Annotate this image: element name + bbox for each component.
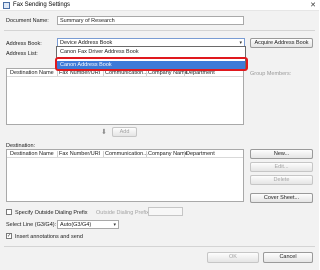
fax-app-icon [3, 2, 10, 9]
select-line-value: Auto(G3/G4) [60, 222, 92, 228]
address-list-label: Address List: [6, 51, 38, 57]
edit-destination-button[interactable]: Edit... [250, 162, 313, 172]
outside-dialing-prefix-label: Outside Dialing Prefix: [96, 210, 151, 216]
document-name-label: Document Name: [6, 18, 49, 24]
destination-header: Destination Name Fax Number/URI Communic… [7, 150, 243, 158]
section-divider [4, 30, 315, 31]
destination-col-communication[interactable]: Communication... [105, 151, 148, 157]
add-button[interactable]: Add [112, 127, 137, 137]
address-book-option-fax-driver[interactable]: Canon Fax Driver Address Book [57, 48, 245, 56]
close-icon[interactable]: ✕ [310, 1, 316, 9]
address-book-label: Address Book: [6, 41, 42, 47]
footer-divider [4, 246, 315, 247]
acquire-address-book-button[interactable]: Acquire Address Book [250, 38, 313, 48]
select-line-label: Select Line (G3/G4): [6, 222, 57, 228]
chevron-down-icon: ▾ [113, 222, 116, 228]
cover-sheet-button[interactable]: Cover Sheet... [250, 193, 313, 203]
insert-annotations-label: Insert annotations and send [15, 234, 83, 240]
delete-destination-button[interactable]: Delete [250, 175, 313, 185]
outside-dialing-checkbox-label: Specify Outside Dialing Prefix [15, 210, 88, 216]
selection-highlight [55, 57, 248, 71]
address-list-table[interactable]: Destination Name Fax Number/URI Communic… [6, 68, 244, 125]
cancel-button[interactable]: Cancel [263, 252, 313, 263]
destination-table[interactable]: Destination Name Fax Number/URI Communic… [6, 149, 244, 202]
title-bar: Fax Sending Settings ✕ [0, 0, 319, 11]
window-title: Fax Sending Settings [13, 2, 71, 8]
select-line-select[interactable]: Auto(G3/G4) ▾ [57, 220, 119, 229]
outside-dialing-prefix-input[interactable] [148, 207, 183, 216]
outside-dialing-checkbox[interactable] [6, 209, 12, 215]
insert-annotations-checkbox[interactable]: ✓ [6, 233, 12, 239]
destination-col-destination-name[interactable]: Destination Name [10, 151, 54, 157]
checkmark-icon: ✓ [7, 233, 12, 239]
group-members-label: Group Members: [250, 71, 292, 77]
address-list-col-destination-name[interactable]: Destination Name [10, 70, 54, 76]
ok-button[interactable]: OK [207, 252, 259, 263]
new-destination-button[interactable]: New... [250, 149, 313, 159]
destination-col-department[interactable]: Department [186, 151, 215, 157]
destination-col-fax-number[interactable]: Fax Number/URI [59, 151, 100, 157]
destination-col-company-name[interactable]: Company Name [148, 151, 188, 157]
arrow-down-icon: ⬇ [101, 129, 107, 136]
document-name-input[interactable]: Summary of Research [57, 16, 244, 25]
